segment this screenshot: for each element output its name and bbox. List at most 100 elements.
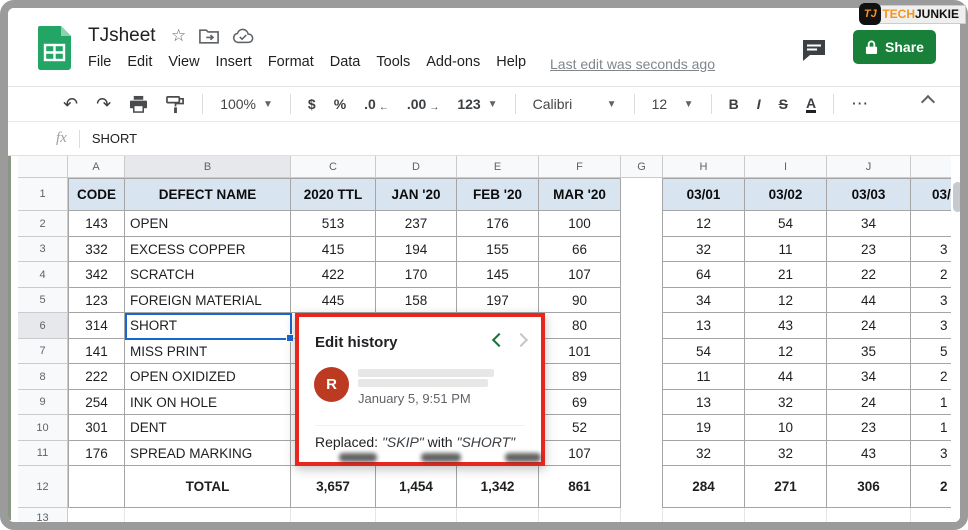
cell-F10[interactable]: 52: [539, 415, 621, 441]
cell-G2[interactable]: [621, 211, 663, 237]
bold-button[interactable]: B: [729, 96, 739, 112]
cell-B13[interactable]: [125, 508, 291, 527]
italic-button[interactable]: I: [757, 96, 761, 112]
cell-B3[interactable]: EXCESS COPPER: [125, 237, 291, 262]
cell-B9[interactable]: INK ON HOLE: [125, 390, 291, 415]
cell-H8[interactable]: 11: [663, 364, 745, 390]
column-header-H[interactable]: H: [663, 156, 745, 178]
cell-D3[interactable]: 194: [376, 237, 457, 262]
cell-I10[interactable]: 10: [745, 415, 827, 441]
cell-J5[interactable]: 44: [827, 288, 911, 313]
row-header-1[interactable]: 1: [18, 178, 68, 211]
cell-H2[interactable]: 12: [663, 211, 745, 237]
cell-J13[interactable]: [827, 508, 911, 527]
cell-C1[interactable]: 2020 TTL: [291, 178, 376, 211]
cell-J2[interactable]: 34: [827, 211, 911, 237]
column-header-F[interactable]: F: [539, 156, 621, 178]
cell-F5[interactable]: 90: [539, 288, 621, 313]
cell-G9[interactable]: [621, 390, 663, 415]
cell-B2[interactable]: OPEN: [125, 211, 291, 237]
cell-F4[interactable]: 107: [539, 262, 621, 288]
cell-H1[interactable]: 03/01: [663, 178, 745, 211]
share-button[interactable]: Share: [853, 30, 936, 64]
cell-E2[interactable]: 176: [457, 211, 539, 237]
increase-decimal-button[interactable]: .00→: [407, 96, 439, 112]
sheets-logo-icon[interactable]: [38, 26, 71, 70]
cell-G1[interactable]: [621, 178, 663, 211]
cell-F1[interactable]: MAR '20: [539, 178, 621, 211]
cell-G11[interactable]: [621, 441, 663, 466]
cell-G10[interactable]: [621, 415, 663, 441]
cell-J9[interactable]: 24: [827, 390, 911, 415]
cell-C4[interactable]: 422: [291, 262, 376, 288]
row-header-9[interactable]: 9: [18, 390, 68, 415]
column-header-E[interactable]: E: [457, 156, 539, 178]
cell-I7[interactable]: 12: [745, 339, 827, 364]
number-format-select[interactable]: 123▼: [457, 96, 497, 112]
cell-I8[interactable]: 44: [745, 364, 827, 390]
menu-help[interactable]: Help: [496, 54, 526, 70]
row-header-5[interactable]: 5: [18, 288, 68, 313]
cell-F12[interactable]: 861: [539, 466, 621, 508]
row-header-3[interactable]: 3: [18, 237, 68, 262]
vertical-scrollbar[interactable]: [953, 182, 962, 212]
cell-I2[interactable]: 54: [745, 211, 827, 237]
cell-B6[interactable]: SHORT: [125, 313, 291, 339]
row-header-8[interactable]: 8: [18, 364, 68, 390]
cell-J11[interactable]: 43: [827, 441, 911, 466]
menu-file[interactable]: File: [88, 54, 111, 70]
cell-F13[interactable]: [539, 508, 621, 527]
print-icon[interactable]: [129, 95, 148, 113]
menu-view[interactable]: View: [168, 54, 199, 70]
move-folder-icon[interactable]: [199, 28, 219, 45]
cell-I4[interactable]: 21: [745, 262, 827, 288]
cell-B4[interactable]: SCRATCH: [125, 262, 291, 288]
row-header-13[interactable]: 13: [18, 508, 68, 527]
cell-A1[interactable]: CODE: [68, 178, 125, 211]
star-icon[interactable]: ☆: [171, 26, 186, 46]
cell-A8[interactable]: 222: [68, 364, 125, 390]
cell-A13[interactable]: [68, 508, 125, 527]
row-header-12[interactable]: 12: [18, 466, 68, 508]
menu-tools[interactable]: Tools: [376, 54, 410, 70]
cell-B11[interactable]: SPREAD MARKING: [125, 441, 291, 466]
cell-J12[interactable]: 306: [827, 466, 911, 508]
cell-H7[interactable]: 54: [663, 339, 745, 364]
currency-format-button[interactable]: $: [308, 96, 316, 112]
cell-H4[interactable]: 64: [663, 262, 745, 288]
cell-D2[interactable]: 237: [376, 211, 457, 237]
row-header-6[interactable]: 6: [18, 313, 68, 339]
more-options-button[interactable]: ⋯: [851, 94, 868, 114]
cell-C5[interactable]: 445: [291, 288, 376, 313]
row-header-7[interactable]: 7: [18, 339, 68, 364]
cell-G13[interactable]: [621, 508, 663, 527]
cell-F6[interactable]: 80: [539, 313, 621, 339]
next-edit-icon[interactable]: [517, 334, 527, 344]
cell-A9[interactable]: 254: [68, 390, 125, 415]
zoom-select[interactable]: 100%▼: [220, 96, 273, 112]
cell-I11[interactable]: 32: [745, 441, 827, 466]
comment-icon[interactable]: [801, 38, 827, 62]
redo-icon[interactable]: ↷: [96, 94, 111, 115]
document-title[interactable]: TJsheet: [88, 25, 156, 47]
cell-E4[interactable]: 145: [457, 262, 539, 288]
font-size-select[interactable]: 12▼: [652, 96, 694, 112]
cell-J7[interactable]: 35: [827, 339, 911, 364]
cell-B5[interactable]: FOREIGN MATERIAL: [125, 288, 291, 313]
column-header-D[interactable]: D: [376, 156, 457, 178]
cell-J8[interactable]: 34: [827, 364, 911, 390]
cell-G5[interactable]: [621, 288, 663, 313]
cell-A2[interactable]: 143: [68, 211, 125, 237]
cell-H6[interactable]: 13: [663, 313, 745, 339]
cell-G12[interactable]: [621, 466, 663, 508]
cell-I9[interactable]: 32: [745, 390, 827, 415]
previous-edit-icon[interactable]: [491, 334, 501, 344]
strikethrough-button[interactable]: S: [779, 96, 788, 112]
column-header-B[interactable]: B: [125, 156, 291, 178]
cell-C12[interactable]: 3,657: [291, 466, 376, 508]
formula-input[interactable]: SHORT: [92, 131, 137, 146]
column-header-A[interactable]: A: [68, 156, 125, 178]
cell-E1[interactable]: FEB '20: [457, 178, 539, 211]
collapse-toolbar-icon[interactable]: [922, 94, 934, 106]
cell-F8[interactable]: 89: [539, 364, 621, 390]
